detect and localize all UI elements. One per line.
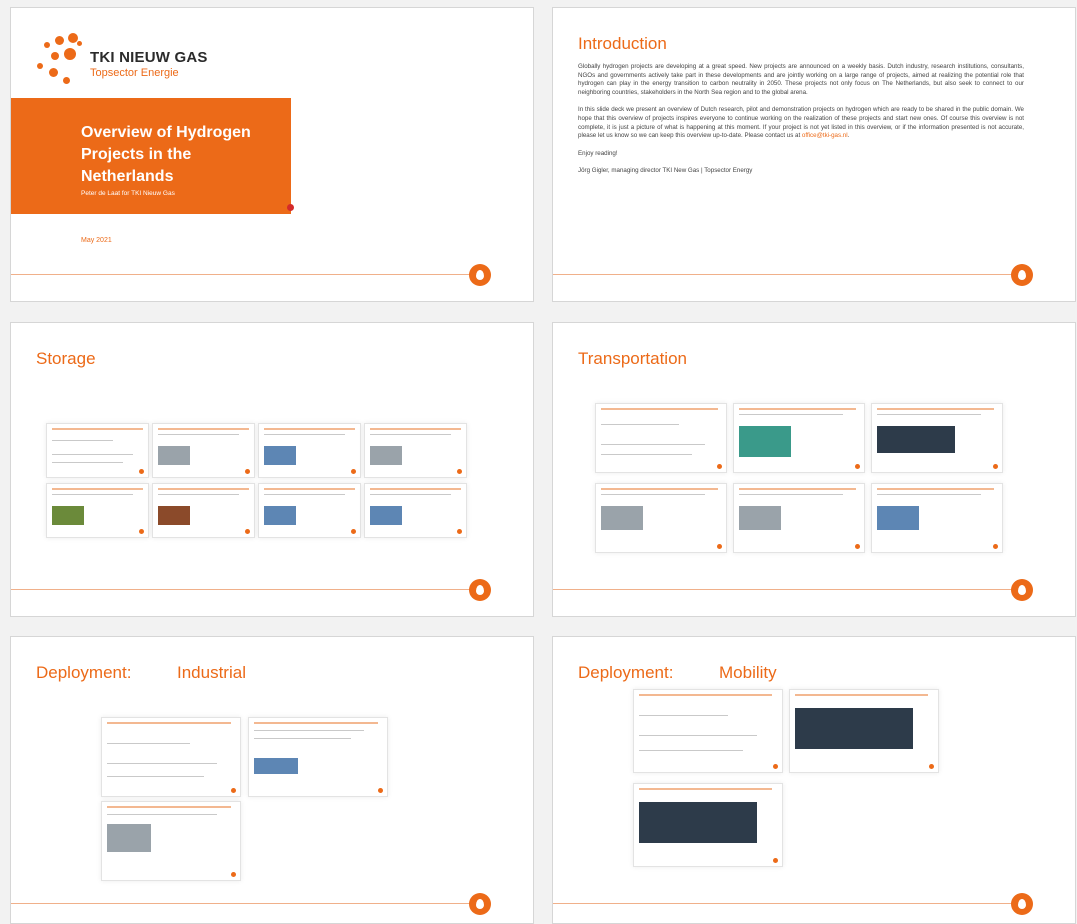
slide-thumbnail[interactable] (46, 423, 149, 478)
slide-thumbnail[interactable] (258, 483, 361, 538)
slide-thumbnail[interactable] (595, 403, 727, 473)
slide-thumbnail[interactable] (364, 483, 467, 538)
intro-paragraph: In this slide deck we present an overvie… (578, 106, 1024, 140)
logo-wordmark: TKI NIEUW GAS (90, 49, 208, 66)
slide-title-left: Deployment: (578, 663, 674, 682)
slide-thumbnail[interactable] (733, 403, 865, 473)
flame-icon (1011, 264, 1033, 286)
slide-title: Storage (36, 349, 96, 368)
introduction-slide[interactable]: Introduction Globally hydrogen projects … (552, 7, 1076, 302)
slide-thumbnail[interactable] (871, 483, 1003, 553)
footer-line (11, 274, 475, 275)
title-slide[interactable]: TKI NIEUW GAS Topsector Energie Overview… (10, 7, 534, 302)
deck-title: Overview of Hydrogen Projects in the Net… (81, 124, 251, 185)
intro-closing: Enjoy reading! (578, 149, 618, 157)
footer-line (11, 589, 475, 590)
slide-thumbnail[interactable] (101, 801, 241, 881)
footer-line (553, 274, 1017, 275)
mobility-slide[interactable]: Deployment: Mobility (552, 636, 1076, 924)
industrial-slide[interactable]: Deployment: Industrial (10, 636, 534, 924)
logo-tagline: Topsector Energie (90, 67, 179, 79)
accent-dot (287, 204, 294, 211)
slide-title: Introduction (578, 34, 667, 53)
flame-icon (469, 264, 491, 286)
transportation-slide[interactable]: Transportation (552, 322, 1076, 617)
footer-line (11, 903, 475, 904)
slide-thumbnail[interactable] (733, 483, 865, 553)
email-link[interactable]: office@tki-gas.nl (802, 132, 848, 139)
footer-line (553, 589, 1017, 590)
slide-thumbnail[interactable] (633, 783, 783, 867)
slide-title-right: Industrial (177, 663, 246, 682)
intro-signature: Jörg Gigler, managing director TKI New G… (578, 167, 753, 175)
slide-title-right: Mobility (719, 663, 777, 682)
slide-thumbnail[interactable] (46, 483, 149, 538)
slide-thumbnail[interactable] (152, 483, 255, 538)
slide-thumbnail[interactable] (101, 717, 241, 797)
flame-icon (469, 893, 491, 915)
deck-date: May 2021 (81, 237, 112, 244)
slide-thumbnail[interactable] (789, 689, 939, 773)
flame-icon (1011, 579, 1033, 601)
footer-line (553, 903, 1017, 904)
slide-thumbnail[interactable] (633, 689, 783, 773)
flame-icon (1011, 893, 1033, 915)
slide-thumbnail[interactable] (152, 423, 255, 478)
slide-thumbnail[interactable] (248, 717, 388, 797)
deck-author: Peter de Laat for TKI Nieuw Gas (81, 190, 175, 197)
slide-thumbnail[interactable] (871, 403, 1003, 473)
slide-title-left: Deployment: (36, 663, 132, 682)
slide-thumbnail[interactable] (595, 483, 727, 553)
slide-thumbnail[interactable] (364, 423, 467, 478)
intro-paragraph: Globally hydrogen projects are developin… (578, 63, 1024, 96)
slide-thumbnail[interactable] (258, 423, 361, 478)
storage-slide[interactable]: Storage (10, 322, 534, 617)
slide-title: Transportation (578, 349, 687, 368)
flame-icon (469, 579, 491, 601)
title-banner: Overview of Hydrogen Projects in the Net… (11, 98, 291, 214)
intro-body: Globally hydrogen projects are developin… (578, 63, 1024, 185)
